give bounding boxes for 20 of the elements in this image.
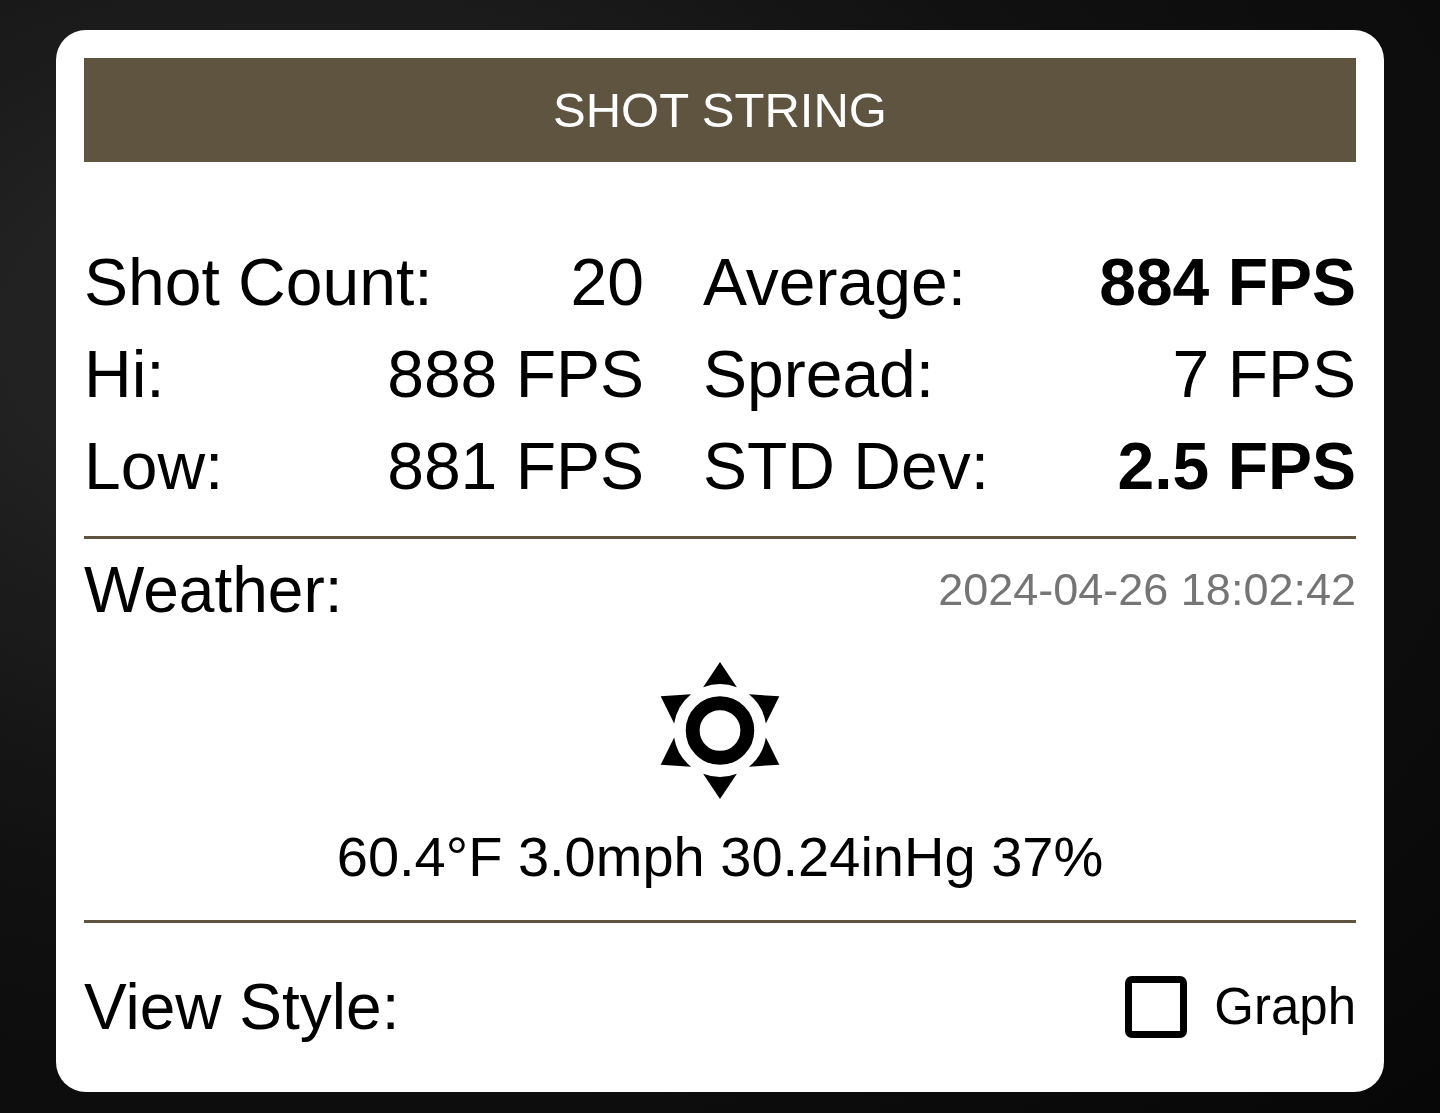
- weather-conditions: 60.4°F 3.0mph 30.24inHg 37%: [336, 824, 1104, 890]
- stat-label: Low:: [84, 428, 224, 505]
- stat-label: Spread:: [703, 336, 935, 413]
- stat-value: 2.5 FPS: [1117, 428, 1356, 505]
- stat-value: 884 FPS: [1099, 244, 1356, 321]
- stat-value: 20: [570, 244, 644, 321]
- sun-icon: [660, 661, 780, 800]
- graph-checkbox[interactable]: [1125, 976, 1188, 1038]
- stat-label: STD Dev:: [703, 428, 990, 505]
- graph-option-label[interactable]: Graph: [1214, 977, 1356, 1037]
- stat-value: 881 FPS: [387, 428, 644, 505]
- stat-value: 7 FPS: [1172, 336, 1356, 413]
- view-style-label: View Style:: [84, 970, 400, 1045]
- stat-label: Average:: [703, 244, 966, 321]
- stat-value: 888 FPS: [387, 336, 644, 413]
- stat-label: Hi:: [84, 336, 165, 413]
- timestamp-text: 2024-04-26 18:02:42: [938, 563, 1356, 617]
- weather-label: Weather:: [84, 553, 343, 628]
- stat-label: Shot Count:: [84, 244, 433, 321]
- title-text: SHOT STRING: [553, 82, 887, 138]
